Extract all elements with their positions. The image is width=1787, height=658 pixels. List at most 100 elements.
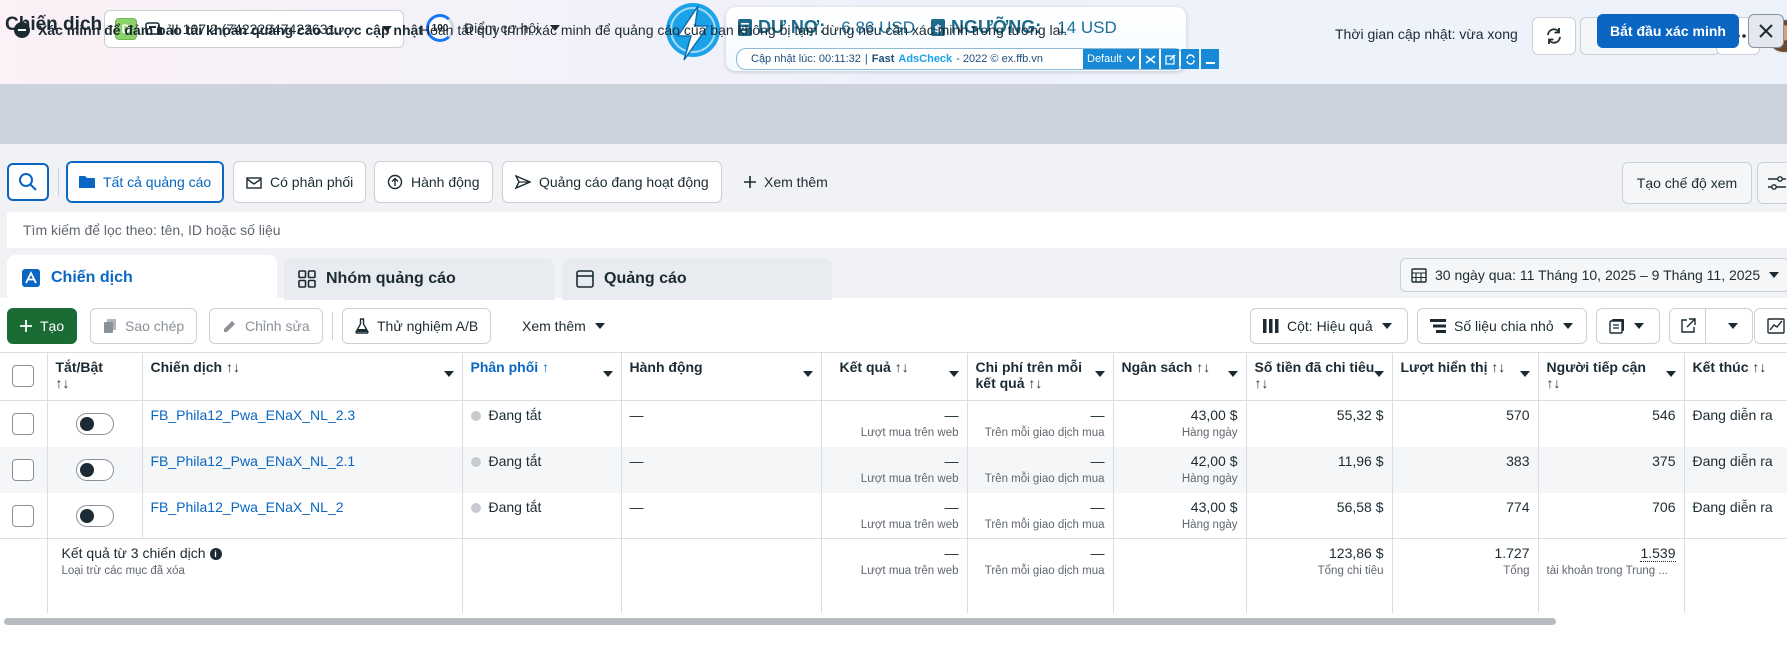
mode-select[interactable]: Default: [1083, 49, 1139, 69]
cell-impressions: 774: [1392, 492, 1539, 539]
sort-icon: ↑↓: [1028, 375, 1043, 391]
copy-label: Sao chép: [125, 318, 185, 334]
delivery-status: Đang tắt: [488, 498, 542, 515]
export-button[interactable]: [1669, 308, 1753, 344]
chevron-down-icon[interactable]: [602, 371, 613, 377]
edit-icon[interactable]: [1161, 49, 1179, 69]
chevron-down-icon[interactable]: [1373, 371, 1384, 377]
header-ends[interactable]: Kết thúc ↑↓: [1684, 352, 1787, 401]
chevron-down-icon[interactable]: [443, 371, 454, 377]
tab-campaigns[interactable]: Chiến dịch: [7, 255, 277, 300]
ab-test-button[interactable]: Thử nghiệm A/B: [342, 308, 492, 344]
header-amount-spent[interactable]: Số tiền đã chi tiêu ↑↓: [1246, 352, 1393, 401]
budget-sub: Hàng ngày: [1181, 427, 1238, 439]
edit-button[interactable]: Chỉnh sửa: [209, 308, 323, 344]
toolbar-more-label: Xem thêm: [522, 318, 586, 334]
row-checkbox[interactable]: [12, 413, 35, 435]
cell-spent: 55,32 $: [1246, 400, 1393, 447]
header-actions[interactable]: Hành động: [621, 352, 822, 401]
cost-value: —: [1090, 407, 1105, 423]
breakdown-button[interactable]: Số liệu chia nhỏ: [1417, 308, 1587, 344]
create-button[interactable]: Tạo: [7, 308, 78, 344]
filter-options-button[interactable]: [1757, 162, 1787, 204]
campaign-name-link[interactable]: FB_Phila12_Pwa_ENaX_NL_2: [151, 499, 344, 515]
header-reach[interactable]: Người tiếp cận ↑↓: [1538, 352, 1685, 401]
cell-budget[interactable]: 43,00 $ Hàng ngày: [1113, 492, 1247, 539]
filter-active-ads[interactable]: Quảng cáo đang hoạt động: [502, 161, 722, 203]
select-all-checkbox[interactable]: [12, 365, 35, 387]
campaign-toggle[interactable]: [75, 458, 114, 481]
filter-all-ads[interactable]: Tất cả quảng cáo: [66, 161, 225, 203]
chevron-down-icon[interactable]: [1227, 371, 1238, 377]
header-actions-label: Hành động: [629, 359, 703, 375]
row-checkbox[interactable]: [12, 458, 35, 481]
sync-icon[interactable]: [1181, 49, 1199, 69]
header-onoff[interactable]: Tắt/Bật ↑↓: [47, 352, 143, 401]
summary-row: Kết quả từ 3 chiến dịch i Loại trừ các mụ…: [0, 538, 1787, 613]
row-checkbox[interactable]: [12, 504, 35, 527]
horizontal-scrollbar[interactable]: [4, 618, 1556, 625]
cell-budget[interactable]: 43,00 $ Hàng ngày: [1113, 400, 1247, 447]
shuffle-icon[interactable]: [1141, 49, 1159, 69]
cell-reach: 706: [1538, 492, 1685, 539]
cell-budget[interactable]: 42,00 $ Hàng ngày: [1113, 446, 1247, 493]
filter-has-delivery[interactable]: Có phân phối: [233, 161, 367, 203]
date-range-picker[interactable]: 30 ngày qua: 11 Tháng 10, 2025 – 9 Tháng…: [1400, 258, 1787, 292]
campaign-name-link[interactable]: FB_Phila12_Pwa_ENaX_NL_2.3: [151, 407, 356, 423]
chart-button[interactable]: [1754, 308, 1787, 344]
row-select: [0, 446, 48, 493]
minus-circle-icon: [14, 22, 30, 38]
chevron-down-icon: [1127, 56, 1135, 62]
tab-ads-label: Quảng cáo: [604, 270, 687, 287]
tab-ads[interactable]: Quảng cáo: [562, 258, 832, 300]
header-results[interactable]: Kết quả ↑↓: [821, 352, 968, 401]
cell-campaign: FB_Phila12_Pwa_ENaX_NL_2.3: [142, 400, 463, 447]
cost-sub: Trên mỗi giao dịch mua: [984, 518, 1105, 531]
header-select-all[interactable]: [0, 352, 48, 401]
budget-value: 42,00 $: [1190, 452, 1238, 469]
calendar-icon: [1411, 267, 1427, 283]
header-budget[interactable]: Ngân sách ↑↓: [1113, 352, 1247, 401]
tab-ad-sets[interactable]: Nhóm quảng cáo: [284, 258, 554, 300]
chevron-down-icon[interactable]: [802, 371, 813, 377]
sort-icon: ↑↓: [1546, 375, 1561, 391]
chevron-down-icon[interactable]: [948, 371, 959, 377]
cell-campaign: FB_Phila12_Pwa_ENaX_NL_2.1: [142, 446, 463, 493]
start-verification-button[interactable]: Bắt đầu xác minh: [1597, 14, 1739, 48]
campaign-toggle[interactable]: [75, 413, 114, 435]
header-campaign[interactable]: Chiến dịch ↑↓: [142, 352, 463, 401]
table-row[interactable]: FB_Phila12_Pwa_ENaX_NL_2 Đang tắt — — Lượ…: [0, 492, 1787, 539]
table-row[interactable]: FB_Phila12_Pwa_ENaX_NL_2.3 Đang tắt — — L…: [0, 400, 1787, 447]
campaign-name-link[interactable]: FB_Phila12_Pwa_ENaX_NL_2.1: [151, 453, 356, 469]
chevron-down-icon[interactable]: [1094, 371, 1105, 377]
search-input[interactable]: [7, 212, 1787, 248]
cell-ends: Đang diễn ra: [1684, 446, 1787, 493]
search-button[interactable]: [7, 163, 49, 201]
filter-more[interactable]: Xem thêm: [732, 161, 840, 203]
reports-button[interactable]: [1596, 308, 1660, 344]
banner-close-button[interactable]: [1748, 14, 1784, 48]
minimize-icon[interactable]: [1201, 49, 1219, 69]
summary-sub: Loại trừ các mục đã xóa: [61, 565, 185, 577]
info-icon[interactable]: i: [209, 548, 222, 561]
table-row[interactable]: FB_Phila12_Pwa_ENaX_NL_2.1 Đang tắt — — L…: [0, 446, 1787, 493]
columns-button[interactable]: Cột: Hiệu quả: [1250, 308, 1408, 344]
date-range-value: 30 ngày qua: 11 Tháng 10, 2025 – 9 Tháng…: [1435, 267, 1761, 283]
columns-label: Cột: Hiệu quả: [1287, 318, 1373, 334]
cell-delivery: Đang tắt: [462, 446, 622, 493]
filter-actions[interactable]: Hành động: [374, 161, 493, 203]
refresh-button[interactable]: [1532, 17, 1576, 55]
chevron-down-icon[interactable]: [1519, 371, 1530, 377]
campaign-toggle[interactable]: [75, 504, 114, 527]
header-impressions[interactable]: Lượt hiển thị ↑↓: [1392, 352, 1539, 401]
header-cost-per-result[interactable]: Chi phí trên mỗi kết quả ↑↓: [967, 352, 1114, 401]
status-dot: [470, 456, 481, 467]
chevron-down-icon[interactable]: [1665, 371, 1676, 377]
cell-impressions: 570: [1392, 400, 1539, 447]
toolbar-more-button[interactable]: Xem thêm: [510, 308, 618, 344]
create-view-button[interactable]: Tạo chế độ xem: [1622, 162, 1752, 204]
results-value: —: [944, 452, 959, 469]
chevron-down-icon: [1381, 322, 1393, 330]
copy-button[interactable]: Sao chép: [90, 308, 198, 344]
header-delivery[interactable]: Phân phối ↑: [462, 352, 622, 401]
